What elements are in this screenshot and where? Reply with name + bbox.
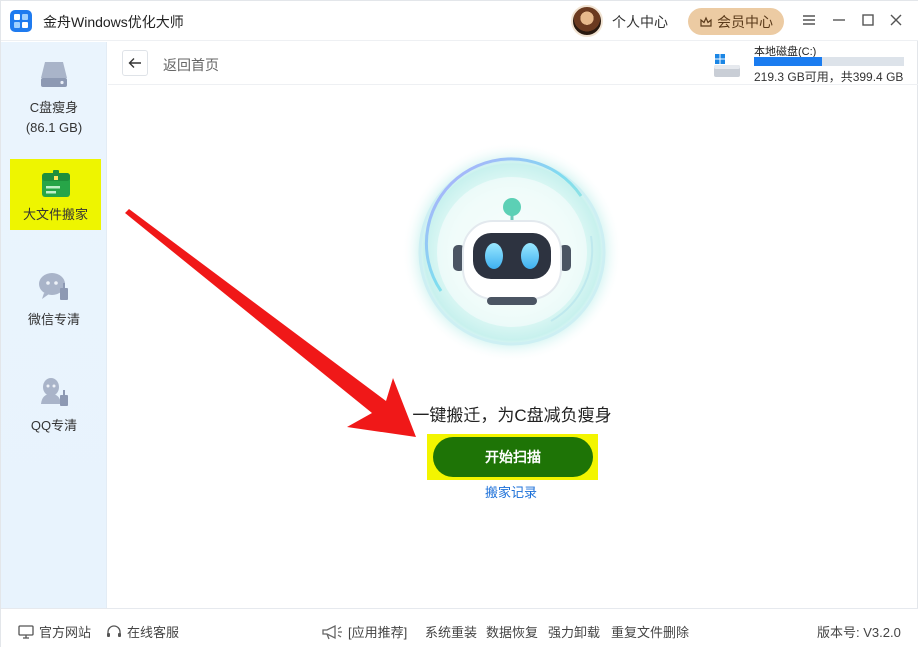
sidebar-item-sublabel: (86.1 GB) bbox=[25, 120, 83, 135]
online-service-link[interactable]: 在线客服 bbox=[106, 622, 179, 641]
disk-icon bbox=[41, 62, 67, 87]
minimize-icon[interactable] bbox=[830, 11, 848, 29]
app-link-force-uninstall[interactable]: 强力卸载 bbox=[548, 622, 600, 641]
personal-center-link[interactable]: 个人中心 bbox=[612, 12, 668, 32]
vip-center-label: 会员中心 bbox=[717, 13, 773, 30]
app-logo-icon bbox=[10, 10, 32, 32]
recommend-label: [应用推荐] bbox=[348, 625, 408, 640]
vip-center-button[interactable]: 会员中心 bbox=[688, 8, 784, 35]
close-icon[interactable] bbox=[887, 11, 905, 29]
back-button[interactable] bbox=[122, 50, 148, 76]
official-site-link[interactable]: 官方网站 bbox=[18, 622, 91, 641]
app-link-duplicate-file-delete[interactable]: 重复文件删除 bbox=[611, 622, 689, 641]
slogan-text: 一键搬迁，为C盘减负瘦身 bbox=[412, 406, 612, 425]
robot-illustration bbox=[402, 142, 622, 362]
back-home-label[interactable]: 返回首页 bbox=[163, 55, 219, 75]
menu-icon[interactable] bbox=[800, 11, 818, 29]
footer-bar: 官方网站 在线客服 [应用推荐] 系统重装 数据恢复 强力卸载 重复文件删除 版… bbox=[1, 608, 918, 647]
official-site-label: 官方网站 bbox=[39, 625, 92, 640]
sidebar-item-c-drive-slim[interactable]: C盘瘦身 (86.1 GB) bbox=[1, 56, 107, 144]
megaphone-icon bbox=[322, 624, 342, 639]
online-service-label: 在线客服 bbox=[127, 625, 180, 640]
app-recommend: [应用推荐] bbox=[321, 622, 407, 641]
disk-usage-fill bbox=[754, 57, 822, 66]
crown-icon bbox=[700, 16, 712, 27]
toolbox-icon bbox=[41, 170, 70, 197]
user-avatar[interactable] bbox=[571, 5, 603, 37]
app-window: 金舟Windows优化大师 个人中心 会员中心 C盘瘦身 (86.1 GB) 大… bbox=[0, 0, 918, 647]
windows-disk-icon bbox=[714, 54, 740, 77]
start-scan-button[interactable]: 开始扫描 bbox=[433, 437, 593, 477]
maximize-icon[interactable] bbox=[859, 11, 877, 29]
wechat-clean-icon bbox=[39, 273, 68, 300]
version-label: 版本号: V3.2.0 bbox=[817, 625, 901, 640]
monitor-icon bbox=[18, 624, 34, 639]
app-link-data-recovery[interactable]: 数据恢复 bbox=[486, 622, 538, 641]
headset-icon bbox=[107, 624, 121, 637]
sidebar-item-wechat-clean[interactable]: 微信专清 bbox=[1, 268, 107, 338]
title-bar: 金舟Windows优化大师 个人中心 会员中心 bbox=[1, 1, 918, 41]
app-link-system-reinstall[interactable]: 系统重装 bbox=[425, 622, 477, 641]
disk-usage-bar bbox=[754, 57, 904, 66]
disk-space-info: 219.3 GB可用，共399.4 GB bbox=[754, 70, 904, 84]
arrow-left-icon bbox=[128, 58, 141, 68]
move-history-link[interactable]: 搬家记录 bbox=[485, 482, 537, 501]
sidebar-item-label: C盘瘦身 bbox=[29, 100, 79, 115]
sidebar-item-label: 微信专清 bbox=[27, 312, 80, 327]
sidebar: C盘瘦身 (86.1 GB) 大文件搬家 微信专清 QQ专清 bbox=[1, 42, 107, 608]
sidebar-item-label: 大文件搬家 bbox=[22, 207, 88, 222]
sidebar-item-large-file-move[interactable]: 大文件搬家 bbox=[10, 159, 101, 230]
content-divider bbox=[108, 84, 918, 85]
app-title: 金舟Windows优化大师 bbox=[43, 14, 184, 30]
